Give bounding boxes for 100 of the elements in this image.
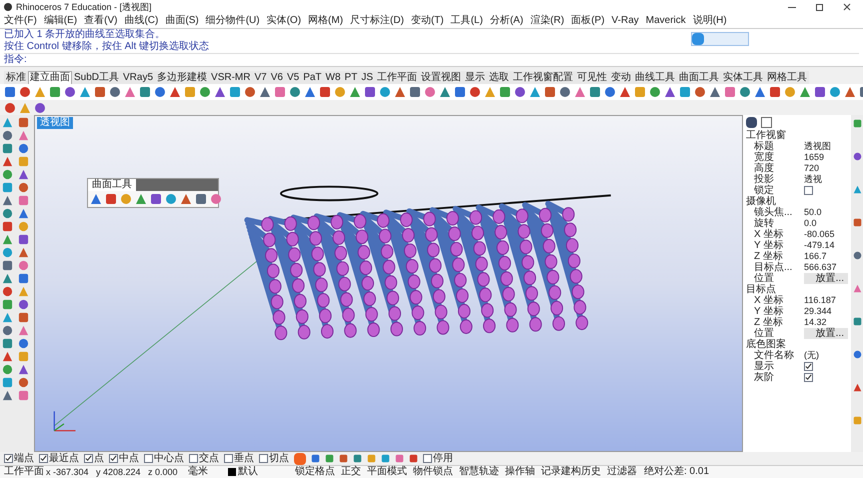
viewport-label[interactable]: 透视图 (37, 117, 73, 129)
toolbar-icon[interactable] (649, 86, 661, 98)
toolbar-tab[interactable]: 实体工具 (720, 71, 765, 84)
toolbar-icon[interactable] (694, 86, 706, 98)
menu-item[interactable]: V-Ray (612, 15, 639, 27)
toolbar-icon[interactable] (424, 86, 436, 98)
toolbar-icon[interactable] (364, 86, 376, 98)
toolbar-icon[interactable] (169, 86, 181, 98)
status-toggle[interactable]: 智慧轨迹 (456, 466, 502, 478)
toolbar-tab[interactable]: VRay5 (121, 71, 156, 84)
toolbar-icon[interactable] (124, 86, 136, 98)
checkbox[interactable] (109, 454, 118, 463)
toolbar-icon[interactable] (2, 182, 13, 193)
toolbar-icon[interactable] (274, 86, 286, 98)
toolbar-icon[interactable] (409, 86, 421, 98)
toolbar-tab[interactable]: 建立曲面 (28, 71, 72, 84)
toolbar-icon[interactable] (739, 86, 751, 98)
status-toggle[interactable]: 平面模式 (364, 466, 410, 478)
toolbar-icon[interactable] (852, 185, 862, 194)
menu-item[interactable]: 说明(H) (692, 15, 727, 27)
toolbar-icon[interactable] (754, 86, 766, 98)
toolbar-icon[interactable] (18, 234, 29, 245)
toolbar-icon[interactable] (18, 182, 29, 193)
toolbar-icon[interactable] (544, 86, 556, 98)
toolbar-icon[interactable] (852, 317, 862, 326)
toolbar-icon[interactable] (18, 338, 29, 349)
toolbar-icon[interactable] (529, 86, 541, 98)
toolbar-icon[interactable] (165, 193, 177, 205)
toolbar-icon[interactable] (2, 390, 13, 401)
menu-item[interactable]: 细分物件(U) (206, 15, 260, 27)
status-toggle[interactable]: 锁定格点 (292, 466, 338, 478)
toolbar-icon[interactable] (454, 86, 466, 98)
toolbar-icon[interactable] (18, 208, 29, 219)
toolbar-tab[interactable]: 选取 (486, 71, 511, 84)
toolbar-tab[interactable]: V5 (284, 71, 302, 84)
toolbar-tab[interactable]: 工作视窗配置 (510, 71, 575, 84)
toolbar-tab[interactable]: 可见性 (574, 71, 609, 84)
toolbar-icon[interactable] (2, 312, 13, 323)
toolbar-icon[interactable] (664, 86, 676, 98)
status-toggle[interactable]: 过滤器 (604, 466, 640, 478)
toolbar-icon[interactable] (679, 86, 691, 98)
toolbar-icon[interactable] (180, 193, 192, 205)
toolbar-icon[interactable] (4, 86, 16, 98)
toolbar-icon[interactable] (2, 169, 13, 180)
toolbar-icon[interactable] (2, 364, 13, 375)
toolbar-icon[interactable] (469, 86, 481, 98)
toolbar-icon[interactable] (289, 86, 301, 98)
menu-item[interactable]: 实体(O) (266, 15, 302, 27)
toolbar-icon[interactable] (2, 338, 13, 349)
toolbar-icon[interactable] (814, 86, 826, 98)
toolbar-icon[interactable] (2, 117, 13, 128)
toolbar-icon[interactable] (2, 130, 13, 141)
menu-item[interactable]: 网格(M) (308, 15, 344, 27)
toolbar-tab[interactable]: PaT (301, 71, 324, 84)
toolbar-tab[interactable]: 曲线工具 (632, 71, 677, 84)
toolbar-icon[interactable] (589, 86, 601, 98)
toolbar-tab[interactable]: 多边形建模 (155, 71, 210, 84)
toolbar-tab[interactable]: SubD工具 (72, 71, 122, 84)
toolbar-icon[interactable] (349, 86, 361, 98)
checkbox[interactable] (423, 454, 432, 463)
toolbar-icon[interactable] (2, 156, 13, 167)
checkbox[interactable] (39, 454, 48, 463)
toolbar-tab[interactable]: 显示 (462, 71, 487, 84)
toolbar-icon[interactable] (195, 193, 207, 205)
toolbar-icon[interactable] (18, 195, 29, 206)
close-icon[interactable] (843, 3, 851, 11)
status-layer[interactable]: 默认 (238, 466, 292, 478)
toolbar-icon[interactable] (214, 86, 226, 98)
toolbar-icon[interactable] (2, 234, 13, 245)
toolbar-icon[interactable] (619, 86, 631, 98)
status-toggle[interactable]: 操作轴 (502, 466, 538, 478)
place-button[interactable]: 放置... (804, 328, 848, 339)
checkbox[interactable] (84, 454, 93, 463)
toolbar-icon[interactable] (852, 119, 862, 128)
toolbar-icon[interactable] (259, 86, 271, 98)
menu-item[interactable]: 渲染(R) (530, 15, 564, 27)
toolbar-icon[interactable] (139, 86, 151, 98)
toolbar-icon[interactable] (2, 377, 13, 388)
toolbar-icon[interactable] (18, 169, 29, 180)
toolbar-icon[interactable] (150, 193, 162, 205)
toolbar-icon[interactable] (34, 102, 46, 114)
menu-item[interactable]: 查看(V) (84, 15, 118, 27)
status-toggle[interactable]: 物件锁点 (410, 466, 456, 478)
toolbar-tab[interactable]: W8 (324, 71, 343, 84)
menu-item[interactable]: 文件(F) (4, 15, 37, 27)
toolbar-icon[interactable] (844, 86, 856, 98)
toolbar-tab[interactable]: PT (342, 71, 360, 84)
toolbar-icon[interactable] (2, 325, 13, 336)
toolbar-icon[interactable] (829, 86, 841, 98)
toolbar-icon[interactable] (852, 152, 862, 161)
toolbar-icon[interactable] (604, 86, 616, 98)
command-prompt[interactable]: 指令: (4, 53, 859, 66)
toolbar-tab[interactable]: 工作平面 (374, 71, 419, 84)
toolbar-icon[interactable] (105, 193, 117, 205)
toolbar-icon[interactable] (2, 286, 13, 297)
toolbar-icon[interactable] (18, 325, 29, 336)
toolbar-icon[interactable] (379, 86, 391, 98)
menu-item[interactable]: 分析(A) (490, 15, 524, 27)
checkbox[interactable] (804, 362, 813, 371)
toolbar-icon[interactable] (18, 247, 29, 258)
